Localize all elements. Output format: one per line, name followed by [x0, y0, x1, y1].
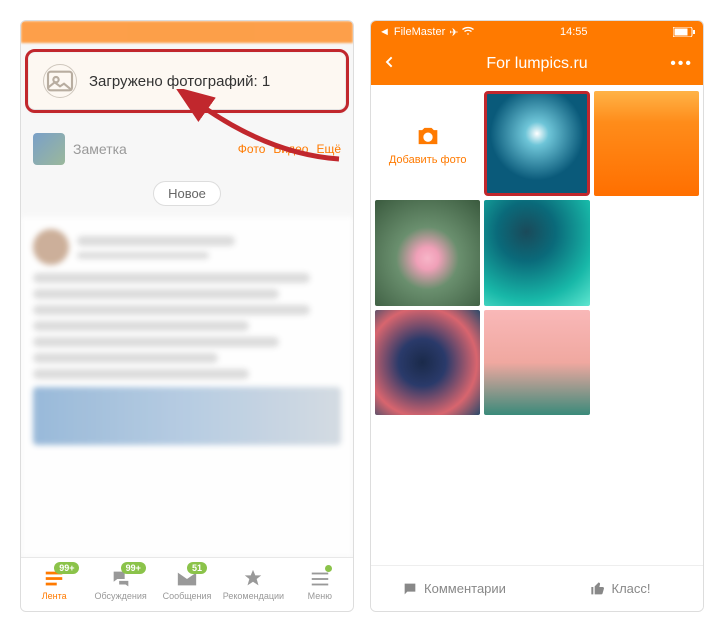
tab-menu-label: Меню — [308, 591, 332, 601]
back-button[interactable] — [381, 54, 405, 75]
album-navbar: For lumpics.ru ••• — [371, 43, 703, 85]
camera-icon — [414, 122, 442, 150]
photo-thumb-2[interactable] — [594, 91, 699, 196]
badge-discussions: 99+ — [121, 562, 146, 574]
status-time: 14:55 — [474, 26, 673, 38]
comments-button[interactable]: Комментарии — [371, 566, 537, 611]
photo-thumb-1[interactable] — [484, 91, 589, 196]
add-photo-label: Добавить фото — [389, 154, 467, 166]
tab-feed-label: Лента — [42, 591, 67, 601]
photo-thumb-4[interactable] — [484, 200, 589, 305]
tab-messages[interactable]: 51 Сообщения — [154, 558, 220, 611]
new-pill[interactable]: Новое — [153, 181, 221, 206]
airplane-icon: ✈ — [449, 26, 458, 39]
status-bar-right: ◄ FileMaster ✈ 14:55 — [371, 21, 703, 43]
tab-messages-label: Сообщения — [163, 591, 212, 601]
photo-thumb-empty — [594, 200, 699, 305]
album-title: For lumpics.ru — [405, 55, 669, 73]
upload-notification[interactable]: Загружено фотографий: 1 — [29, 53, 345, 109]
klass-button[interactable]: Класс! — [537, 566, 703, 611]
thumbs-up-icon — [590, 581, 606, 597]
compose-placeholder: Заметка — [73, 141, 230, 157]
post-avatar — [33, 229, 69, 265]
photo-thumb-empty — [594, 310, 699, 415]
battery-icon — [673, 27, 695, 37]
status-bar-left — [21, 21, 353, 43]
compose-photo[interactable]: Фото — [238, 142, 266, 156]
add-photo-button[interactable]: Добавить фото — [375, 91, 480, 196]
compose-more[interactable]: Ещё — [316, 142, 341, 156]
menu-dot — [325, 565, 332, 572]
photo-thumb-5[interactable] — [375, 310, 480, 415]
back-to-app-label[interactable]: FileMaster — [394, 26, 445, 38]
tab-discussions-label: Обсуждения — [94, 591, 146, 601]
compose-video[interactable]: Видео — [273, 142, 308, 156]
user-avatar[interactable] — [33, 133, 65, 165]
klass-label: Класс! — [612, 581, 651, 596]
comments-label: Комментарии — [424, 581, 506, 596]
photo-thumb-3[interactable] — [375, 200, 480, 305]
post-image — [33, 387, 341, 445]
badge-messages: 51 — [187, 562, 207, 574]
bottom-tabbar: 99+ Лента 99+ Обсуждения 51 Сообщения Ре… — [21, 557, 353, 611]
tab-recs[interactable]: Рекомендации — [220, 558, 286, 611]
comment-icon — [402, 581, 418, 597]
feed-post[interactable] — [21, 217, 353, 557]
tab-recs-label: Рекомендации — [223, 591, 284, 601]
compose-row[interactable]: Заметка Фото Видео Ещё — [21, 129, 353, 169]
photo-icon — [43, 64, 77, 98]
album-footer: Комментарии Класс! — [371, 565, 703, 611]
notification-text: Загружено фотографий: 1 — [89, 73, 270, 90]
wifi-icon — [462, 26, 474, 39]
tab-discussions[interactable]: 99+ Обсуждения — [87, 558, 153, 611]
back-to-app-icon[interactable]: ◄ — [379, 26, 390, 38]
new-pill-row: Новое — [21, 181, 353, 206]
more-button[interactable]: ••• — [669, 55, 693, 73]
photo-grid: Добавить фото — [371, 85, 703, 421]
tab-menu[interactable]: Меню — [287, 558, 353, 611]
tab-feed[interactable]: 99+ Лента — [21, 558, 87, 611]
badge-feed: 99+ — [54, 562, 79, 574]
photo-thumb-6[interactable] — [484, 310, 589, 415]
phone-left: Загружено фотографий: 1 Заметка Фото Вид… — [20, 20, 354, 612]
phone-right: ◄ FileMaster ✈ 14:55 For lumpics.ru ••• … — [370, 20, 704, 612]
